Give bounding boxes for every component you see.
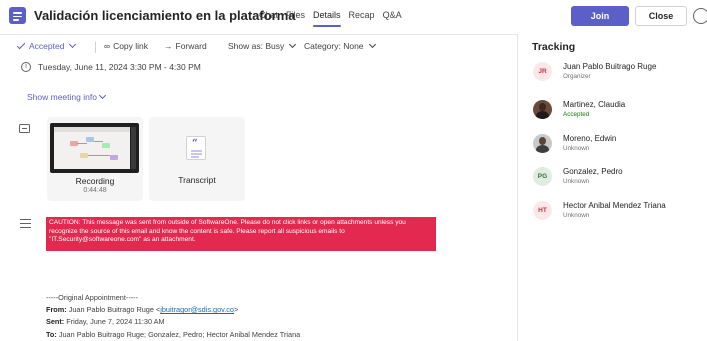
meeting-header: Validación licenciamiento en la platafor… bbox=[0, 0, 707, 34]
details-toolbar: Accepted ∞ Copy link → Forward Show as: … bbox=[0, 38, 517, 56]
attendee-status: Unknown bbox=[563, 212, 590, 219]
attendee-moreno[interactable]: Moreno, Edwin Unknown bbox=[533, 134, 703, 156]
attendee-status: Unknown bbox=[563, 145, 590, 152]
attendee-organizer[interactable]: JR Juan Pablo Buitrago Ruge Organizer bbox=[533, 62, 703, 84]
transcript-icon: “ bbox=[186, 136, 206, 160]
meeting-title: Validación licenciamiento en la platafor… bbox=[34, 8, 296, 23]
forward-button[interactable]: → Forward bbox=[164, 41, 207, 51]
chevron-down-icon bbox=[69, 40, 77, 49]
avatar: PG bbox=[533, 167, 552, 186]
more-options-icon[interactable] bbox=[693, 8, 707, 24]
recording-duration: 0:44:48 bbox=[83, 187, 107, 194]
attendee-gonzalez[interactable]: PG Gonzalez, Pedro Unknown bbox=[533, 167, 703, 189]
attendee-name: Moreno, Edwin bbox=[563, 134, 617, 143]
tab-qa[interactable]: Q&A bbox=[383, 10, 402, 27]
meeting-tabs: Chat Files Details Recap Q&A bbox=[259, 10, 410, 27]
media-icon bbox=[19, 124, 30, 133]
chevron-down-icon bbox=[368, 40, 376, 49]
link-icon: ∞ bbox=[104, 41, 111, 51]
from-email-link[interactable]: jbuitragor@sdis.gov.co bbox=[160, 305, 234, 314]
response-dropdown[interactable]: Accepted bbox=[16, 40, 77, 51]
recording-thumbnail bbox=[50, 123, 139, 173]
sent-line: Sent: Friday, June 7, 2024 11:30 AM bbox=[46, 317, 165, 327]
meeting-datetime: Tuesday, June 11, 2024 3:30 PM - 4:30 PM bbox=[38, 62, 201, 72]
info-icon: i bbox=[21, 62, 31, 72]
avatar bbox=[533, 100, 552, 119]
copy-link-label: Copy link bbox=[113, 41, 149, 51]
panel-divider bbox=[517, 34, 518, 341]
chevron-down-icon bbox=[98, 91, 106, 100]
calendar-icon bbox=[9, 7, 26, 24]
avatar: JR bbox=[533, 62, 552, 81]
attendee-status: Organizer bbox=[563, 73, 591, 80]
show-meeting-info-link[interactable]: Show meeting info bbox=[27, 91, 106, 102]
recording-card[interactable]: Recording 0:44:48 bbox=[47, 117, 143, 201]
original-header: -----Original Appointment----- bbox=[46, 293, 139, 302]
chevron-down-icon bbox=[289, 40, 297, 49]
from-line: From: Juan Pablo Buitrago Ruge <jbuitrag… bbox=[46, 305, 239, 315]
tab-chat[interactable]: Chat bbox=[259, 10, 278, 27]
avatar bbox=[533, 134, 552, 153]
join-button[interactable]: Join bbox=[571, 6, 629, 26]
toolbar-separator bbox=[95, 42, 96, 53]
tab-recap[interactable]: Recap bbox=[349, 10, 375, 27]
header-divider bbox=[0, 34, 517, 35]
attendee-martinez[interactable]: Martinez, Claudia Accepted bbox=[533, 100, 703, 122]
tab-files[interactable]: Files bbox=[286, 10, 305, 27]
show-as-label: Show as: Busy bbox=[228, 41, 285, 51]
response-label: Accepted bbox=[29, 41, 65, 51]
notes-icon bbox=[20, 219, 31, 228]
category-label: Category: None bbox=[304, 41, 364, 51]
attendee-status: Accepted bbox=[563, 111, 590, 118]
attendee-name: Juan Pablo Buitrago Ruge bbox=[563, 62, 657, 71]
avatar: HT bbox=[533, 201, 552, 220]
forward-arrow-icon: → bbox=[164, 41, 173, 51]
attendee-name: Hector Anibal Mendez Triana bbox=[563, 201, 666, 210]
original-appointment: -----Original Appointment----- From: Jua… bbox=[46, 292, 300, 341]
attendee-mendez[interactable]: HT Hector Anibal Mendez Triana Unknown bbox=[533, 201, 703, 223]
transcript-card[interactable]: “ Transcript bbox=[149, 117, 245, 201]
tab-details[interactable]: Details bbox=[313, 10, 341, 27]
to-line: To: Juan Pablo Buitrago Ruge; Gonzalez, … bbox=[46, 329, 301, 339]
transcript-label: Transcript bbox=[178, 175, 216, 185]
attendee-status: Unknown bbox=[563, 178, 590, 185]
check-icon bbox=[16, 40, 26, 50]
recording-label: Recording bbox=[75, 176, 115, 186]
caution-banner: CAUTION: This message was sent from outs… bbox=[46, 217, 436, 251]
show-info-label: Show meeting info bbox=[27, 92, 97, 102]
close-button[interactable]: Close bbox=[635, 6, 687, 26]
tracking-title: Tracking bbox=[532, 41, 576, 53]
attendee-name: Martinez, Claudia bbox=[563, 100, 626, 109]
attendee-name: Gonzalez, Pedro bbox=[563, 167, 623, 176]
category-dropdown[interactable]: Category: None bbox=[304, 40, 376, 51]
copy-link-button[interactable]: ∞ Copy link bbox=[104, 41, 148, 51]
forward-label: Forward bbox=[175, 41, 207, 51]
show-as-dropdown[interactable]: Show as: Busy bbox=[228, 40, 297, 51]
